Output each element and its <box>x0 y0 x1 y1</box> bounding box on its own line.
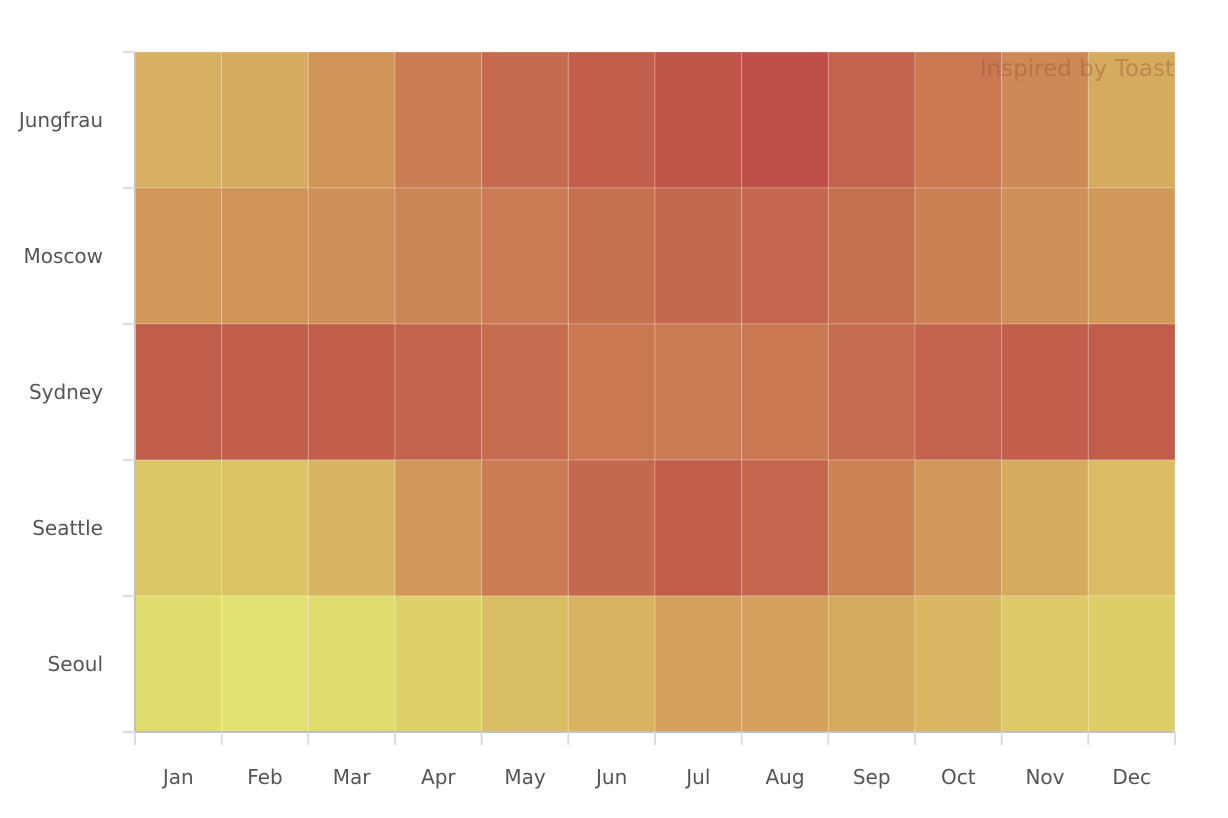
heatmap-cell-seattle-sep[interactable] <box>827 459 916 597</box>
heatmap-cell-jungfrau-apr[interactable] <box>394 51 483 189</box>
heatmap-cell-seoul-jul[interactable] <box>654 595 743 733</box>
heatmap-cell-jungfrau-jun[interactable] <box>567 51 656 189</box>
heatmap-cell-sydney-oct[interactable] <box>914 323 1003 461</box>
heatmap-cell-moscow-jul[interactable] <box>654 187 743 325</box>
x-label-jan: Jan <box>161 765 194 789</box>
heatmap-cell-moscow-may[interactable] <box>481 187 569 325</box>
heatmap-cell-jungfrau-may[interactable] <box>481 51 569 189</box>
credit-text: Inspired by Toast <box>980 56 1174 82</box>
y-axis-labels: Jungfrau Moscow Sydney Seattle Seoul <box>17 108 103 676</box>
heatmap-cell-seoul-aug[interactable] <box>741 595 829 733</box>
heatmap-cell-seoul-feb[interactable] <box>221 595 309 733</box>
heatmap-cell-seoul-jan[interactable] <box>134 595 223 733</box>
heatmap-cell-seoul-jun[interactable] <box>567 595 656 733</box>
heatmap-cell-sydney-sep[interactable] <box>827 323 916 461</box>
heatmap-cell-seattle-dec[interactable] <box>1087 459 1176 597</box>
y-label-moscow: Moscow <box>23 244 103 268</box>
heatmap-cell-seoul-nov[interactable] <box>1001 595 1089 733</box>
heatmap-cell-seattle-jan[interactable] <box>134 459 223 597</box>
heatmap-cell-jungfrau-jul[interactable] <box>654 51 743 189</box>
x-label-aug: Aug <box>765 765 804 789</box>
heatmap-cell-seattle-jun[interactable] <box>567 459 656 597</box>
heatmap-cell-jungfrau-feb[interactable] <box>221 51 309 189</box>
heatmap-cell-seattle-oct[interactable] <box>914 459 1003 597</box>
heatmap-cell-moscow-sep[interactable] <box>827 187 916 325</box>
x-label-mar: Mar <box>333 765 372 789</box>
heatmap-cell-sydney-aug[interactable] <box>741 323 829 461</box>
heatmap-cell-moscow-feb[interactable] <box>221 187 309 325</box>
heatmap-cell-sydney-jul[interactable] <box>654 323 743 461</box>
heatmap-cell-moscow-aug[interactable] <box>741 187 829 325</box>
heatmap-cell-sydney-may[interactable] <box>481 323 569 461</box>
heatmap-cell-seoul-dec[interactable] <box>1087 595 1176 733</box>
x-label-feb: Feb <box>247 765 282 789</box>
heatmap-cell-seattle-feb[interactable] <box>221 459 309 597</box>
heatmap-cell-seattle-aug[interactable] <box>741 459 829 597</box>
heatmap-cell-seoul-oct[interactable] <box>914 595 1003 733</box>
heatmap-cell-jungfrau-sep[interactable] <box>827 51 916 189</box>
heatmap-cell-sydney-jun[interactable] <box>567 323 656 461</box>
heatmap-cell-seattle-nov[interactable] <box>1001 459 1089 597</box>
x-label-may: May <box>504 765 546 789</box>
heatmap-cell-seattle-apr[interactable] <box>394 459 483 597</box>
heatmap-cell-sydney-dec[interactable] <box>1087 323 1176 461</box>
x-label-dec: Dec <box>1112 765 1151 789</box>
y-label-jungfrau: Jungfrau <box>17 108 103 132</box>
y-label-seattle: Seattle <box>32 516 103 540</box>
heatmap-cell-moscow-oct[interactable] <box>914 187 1003 325</box>
heatmap-cell-moscow-mar[interactable] <box>307 187 396 325</box>
heatmap-cell-moscow-jan[interactable] <box>134 187 223 325</box>
heatmap-cell-sydney-jan[interactable] <box>134 323 223 461</box>
y-label-sydney: Sydney <box>29 380 103 404</box>
y-label-seoul: Seoul <box>48 652 103 676</box>
heatmap-cell-moscow-dec[interactable] <box>1087 187 1176 325</box>
heatmap-cell-sydney-apr[interactable] <box>394 323 483 461</box>
x-label-jul: Jul <box>684 765 710 789</box>
x-label-sep: Sep <box>853 765 891 789</box>
heatmap-cell-seattle-jul[interactable] <box>654 459 743 597</box>
heatmap-cell-sydney-nov[interactable] <box>1001 323 1089 461</box>
heatmap-chart: Jungfrau Moscow Sydney Seattle Seoul Jan Feb M… <box>17 51 1176 789</box>
heatmap-cell-seattle-may[interactable] <box>481 459 569 597</box>
heatmap-cell-sydney-feb[interactable] <box>221 323 309 461</box>
heatmap-cell-moscow-nov[interactable] <box>1001 187 1089 325</box>
heatmap-cell-jungfrau-jan[interactable] <box>134 51 223 189</box>
x-axis-labels: Jan Feb Mar Apr May Jun Jul Aug Sep Oct Nov Dec <box>161 765 1151 789</box>
heatmap-cell-seoul-sep[interactable] <box>827 595 916 733</box>
heatmap-cell-sydney-mar[interactable] <box>307 323 396 461</box>
x-label-oct: Oct <box>941 765 976 789</box>
heatmap-cell-seoul-mar[interactable] <box>307 595 396 733</box>
heatmap-cell-seattle-mar[interactable] <box>307 459 396 597</box>
x-label-jun: Jun <box>594 765 627 789</box>
heatmap-cell-jungfrau-aug[interactable] <box>741 51 829 189</box>
heatmap-cell-jungfrau-mar[interactable] <box>307 51 396 189</box>
heatmap-cell-moscow-apr[interactable] <box>394 187 483 325</box>
x-label-apr: Apr <box>421 765 456 789</box>
heatmap-cell-seoul-apr[interactable] <box>394 595 483 733</box>
heatmap-cell-moscow-jun[interactable] <box>567 187 656 325</box>
x-label-nov: Nov <box>1025 765 1064 789</box>
heatmap-cells <box>134 51 1176 733</box>
heatmap-cell-seoul-may[interactable] <box>481 595 569 733</box>
